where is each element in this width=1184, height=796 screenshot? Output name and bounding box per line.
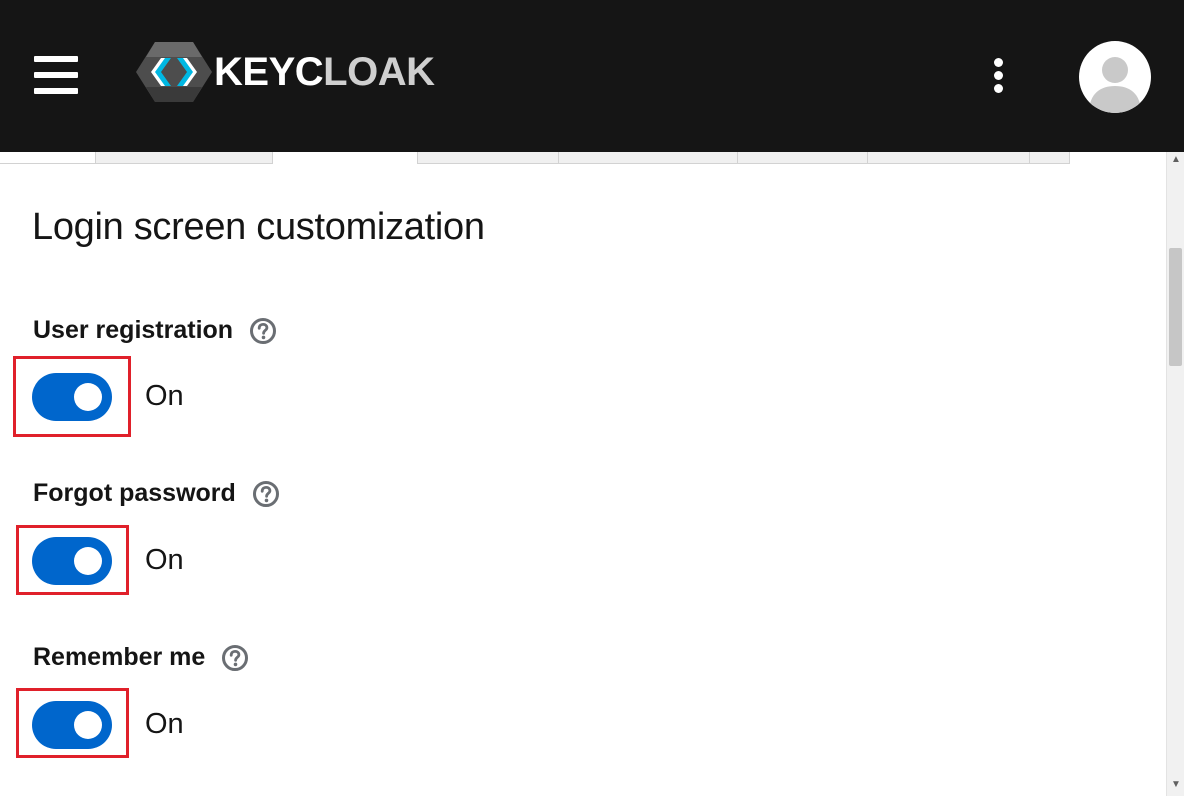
forgot-password-label: Forgot password <box>33 479 236 507</box>
tab[interactable] <box>867 152 1030 164</box>
forgot-password-state: On <box>145 544 184 576</box>
switch-knob <box>74 547 102 575</box>
masthead: KEYCLOAK <box>0 0 1184 152</box>
user-registration-label: User registration <box>33 316 234 344</box>
section-title: Login screen customization <box>32 206 485 248</box>
tab[interactable] <box>737 152 868 164</box>
keycloak-logo-icon <box>136 42 212 102</box>
user-registration-state: On <box>145 380 184 412</box>
kebab-menu-icon[interactable] <box>990 58 1008 94</box>
vertical-scrollbar[interactable]: ▲ ▼ <box>1166 152 1184 796</box>
help-circle-icon[interactable] <box>221 644 249 672</box>
keycloak-logo[interactable]: KEYCLOAK <box>136 40 435 104</box>
keycloak-logo-text: KEYCLOAK <box>214 49 435 95</box>
forgot-password-switch[interactable] <box>32 537 112 585</box>
tab[interactable] <box>417 152 559 164</box>
user-registration-switch[interactable] <box>32 373 112 421</box>
hamburger-menu-icon[interactable] <box>34 56 78 94</box>
scrollbar-thumb[interactable] <box>1169 248 1182 366</box>
remember-me-switch[interactable] <box>32 701 112 749</box>
forgot-password-label-row: Forgot password <box>33 479 280 508</box>
scroll-up-arrow-icon[interactable]: ▲ <box>1170 155 1182 165</box>
help-circle-icon[interactable] <box>249 317 277 345</box>
user-avatar-icon[interactable] <box>1079 41 1151 113</box>
tab-bar <box>0 152 1166 164</box>
scroll-down-arrow-icon[interactable]: ▼ <box>1170 780 1182 790</box>
tab[interactable] <box>0 152 96 164</box>
user-registration-label-row: User registration <box>33 316 277 345</box>
tab-active[interactable] <box>272 152 418 164</box>
remember-me-label: Remember me <box>33 643 206 671</box>
tab[interactable] <box>95 152 273 164</box>
remember-me-label-row: Remember me <box>33 643 249 672</box>
help-circle-icon[interactable] <box>252 480 280 508</box>
remember-me-state: On <box>145 708 184 740</box>
main-content: Login screen customization User registra… <box>0 164 1166 796</box>
logo-text-part2: LOAK <box>323 49 435 94</box>
logo-text-part1: KEYC <box>214 49 324 94</box>
switch-knob <box>74 711 102 739</box>
tab[interactable] <box>558 152 738 164</box>
switch-knob <box>74 383 102 411</box>
tab[interactable] <box>1029 152 1070 164</box>
